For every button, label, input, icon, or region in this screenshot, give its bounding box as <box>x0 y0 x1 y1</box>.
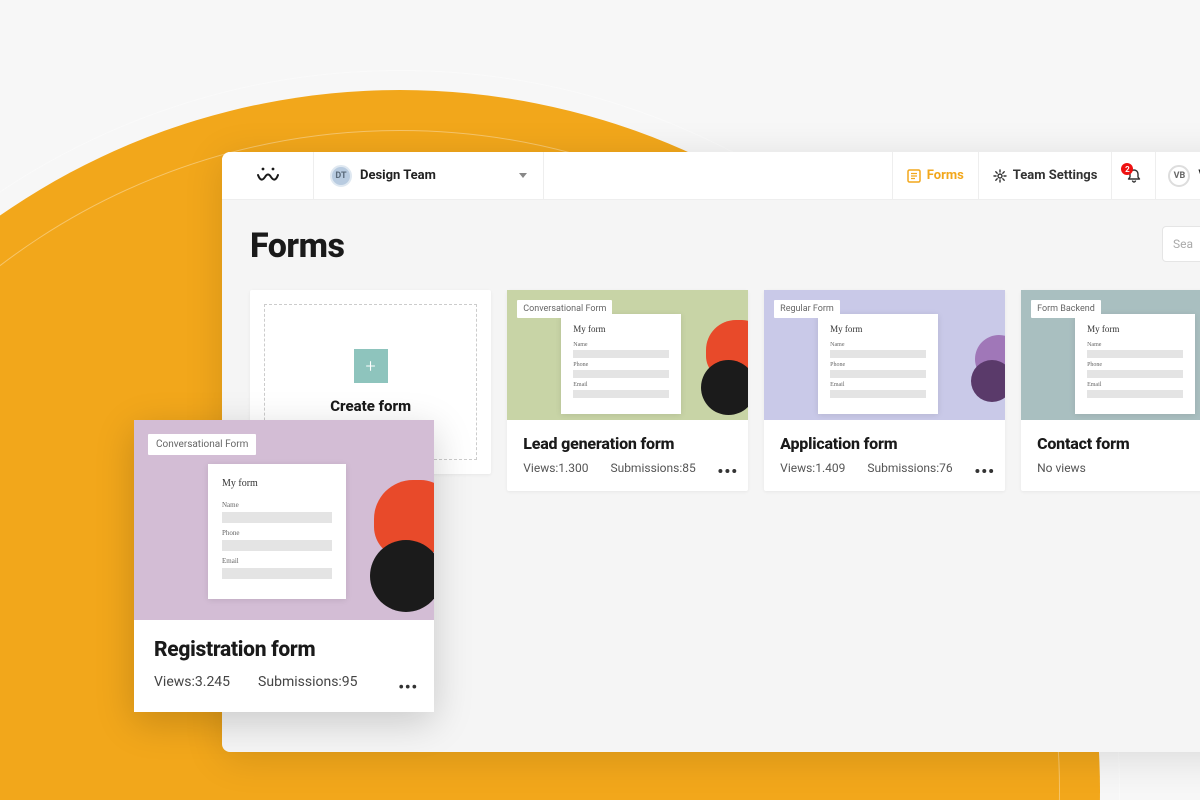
team-selector[interactable]: DT Design Team <box>314 152 544 199</box>
form-preview: My form Name Phone Email <box>208 464 346 599</box>
nav-forms-label: Forms <box>927 168 964 183</box>
team-avatar: DT <box>330 165 352 187</box>
form-title: Application form <box>780 434 989 453</box>
notifications-button[interactable]: 2 <box>1111 152 1155 199</box>
page-title: Forms <box>250 226 1200 266</box>
form-preview: My form Name Phone Email <box>561 314 681 414</box>
gear-icon <box>993 169 1007 183</box>
more-icon[interactable]: ••• <box>717 462 738 481</box>
create-form-label: Create form <box>330 397 411 415</box>
form-preview: My form Name Phone Email <box>1075 314 1195 414</box>
form-type-badge: Conversational Form <box>148 434 256 455</box>
form-type-badge: Form Backend <box>1031 300 1101 318</box>
plus-icon: + <box>354 349 388 383</box>
user-avatar: VB <box>1168 165 1190 187</box>
form-title: Registration form <box>154 638 414 662</box>
topbar: DT Design Team Forms Team Settings 2 <box>222 152 1200 200</box>
more-icon[interactable]: ••• <box>398 678 418 696</box>
featured-form-card[interactable]: Conversational Form My form Name Phone E… <box>134 420 434 712</box>
form-card[interactable]: Form Backend My form Name Phone Email Co… <box>1021 290 1200 491</box>
logo-icon <box>257 167 279 185</box>
form-stats: Views:3.245Submissions:95 <box>154 674 414 690</box>
form-type-badge: Conversational Form <box>517 300 612 318</box>
nav-team-settings-label: Team Settings <box>1013 168 1098 183</box>
nav-forms[interactable]: Forms <box>892 152 978 199</box>
form-stats: Views:1.300Submissions:85 <box>523 461 732 475</box>
form-card[interactable]: Regular Form My form Name Phone Email Ap… <box>764 290 1005 491</box>
search-input[interactable]: Sea <box>1162 226 1200 262</box>
form-stats: No views <box>1037 461 1200 475</box>
form-preview: My form Name Phone Email <box>818 314 938 414</box>
caret-down-icon <box>519 173 527 178</box>
form-type-badge: Regular Form <box>774 300 840 318</box>
form-title: Contact form <box>1037 434 1200 453</box>
more-icon[interactable]: ••• <box>974 462 995 481</box>
form-title: Lead generation form <box>523 434 732 453</box>
forms-icon <box>907 169 921 183</box>
team-name: Design Team <box>360 168 511 183</box>
nav-team-settings[interactable]: Team Settings <box>978 152 1112 199</box>
user-menu[interactable]: VB Veronica <box>1155 152 1200 199</box>
form-stats: Views:1.409Submissions:76 <box>780 461 989 475</box>
form-card[interactable]: Conversational Form My form Name Phone E… <box>507 290 748 491</box>
app-logo[interactable] <box>222 152 314 199</box>
